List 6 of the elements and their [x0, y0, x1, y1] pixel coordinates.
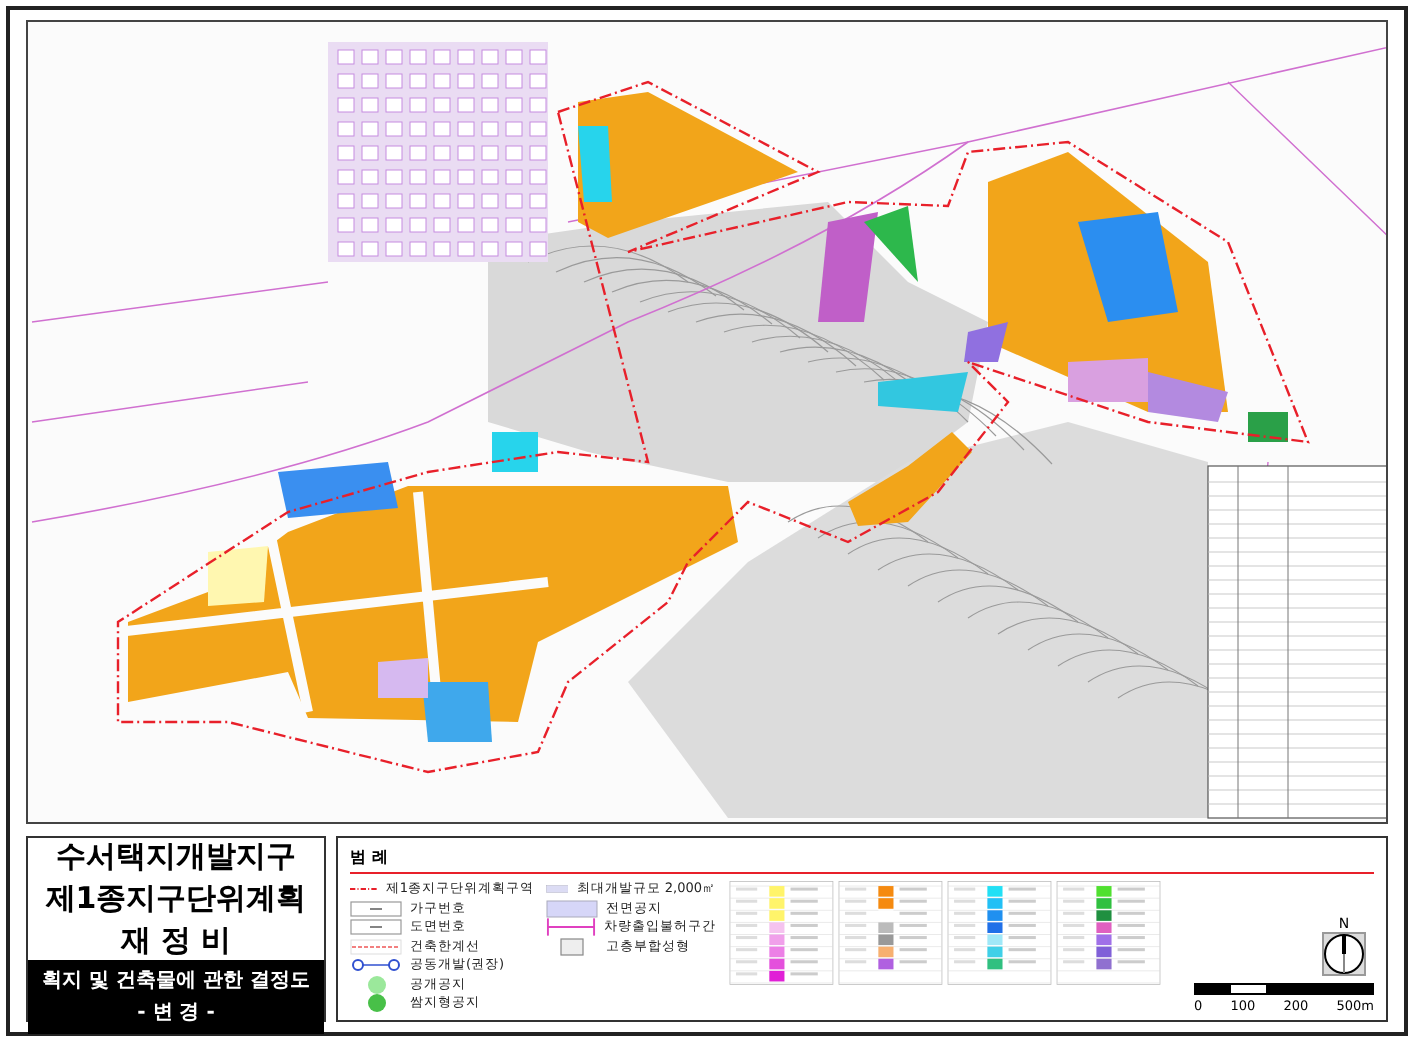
title-line: 제1종지구단위계획	[45, 880, 307, 918]
title-line: 재 정 비	[120, 922, 232, 960]
title-line: 수서택지개발지구	[56, 838, 296, 876]
subtitle: 획지 및 건축물에 관한 결정도	[42, 968, 310, 994]
legend-title: 범 례	[350, 846, 1374, 874]
revision-label: - 변 경 -	[137, 1000, 215, 1026]
